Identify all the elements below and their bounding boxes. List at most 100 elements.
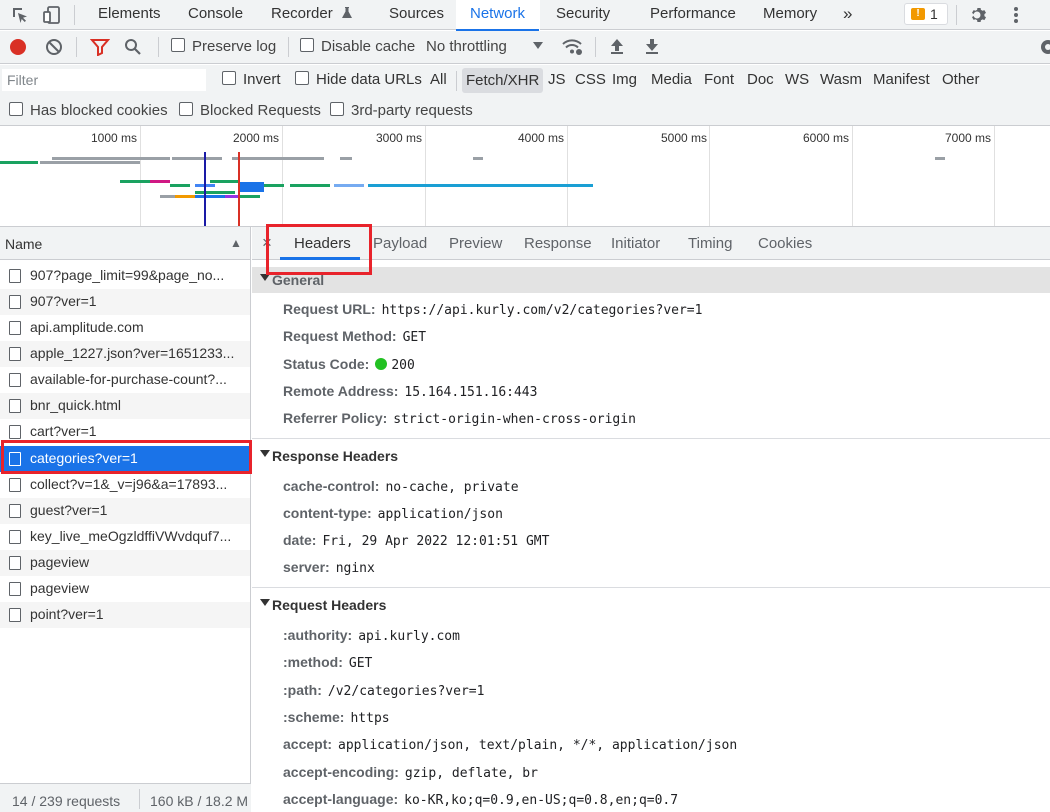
request-row-checkbox: [9, 504, 21, 518]
header-value: application/json: [377, 507, 503, 522]
tab-memory[interactable]: Memory: [763, 0, 817, 30]
filter-type-fetch-xhr[interactable]: Fetch/XHR: [462, 68, 544, 93]
search-icon[interactable]: [124, 38, 144, 58]
request-row[interactable]: guest?ver=1: [0, 498, 250, 524]
tab-elements[interactable]: Elements: [98, 0, 161, 30]
tab-network[interactable]: Network: [455, 0, 540, 31]
filter-type-doc[interactable]: Doc: [747, 71, 774, 88]
request-row[interactable]: point?ver=1: [0, 602, 250, 628]
filter-type-js[interactable]: JS: [548, 71, 566, 88]
timeline-bar: [340, 157, 352, 160]
timeline-gridline: [425, 126, 426, 226]
timeline-gridline: [709, 126, 710, 226]
request-count-summary: 14 / 239 requests: [12, 793, 121, 809]
request-list-header[interactable]: Name ▲: [0, 227, 250, 260]
blocked-requests-checkbox[interactable]: Blocked Requests: [179, 102, 321, 119]
detail-tab-cookies[interactable]: Cookies: [758, 235, 812, 252]
request-row-name: pageview: [30, 580, 90, 596]
filter-type-ws[interactable]: WS: [785, 71, 809, 88]
header-key: Request Method:: [283, 328, 397, 344]
status-separator: [139, 789, 140, 809]
filter-type-wasm[interactable]: Wasm: [820, 71, 862, 88]
filter-type-font[interactable]: Font: [704, 71, 734, 88]
timeline-tick-label: 3000 ms: [375, 131, 422, 145]
header-value: no-cache, private: [385, 480, 519, 495]
request-row[interactable]: api.amplitude.com: [0, 315, 250, 341]
settings-gear-icon[interactable]: [969, 5, 989, 25]
header-row: :scheme: https: [283, 709, 390, 726]
filter-type-media[interactable]: Media: [651, 71, 692, 88]
header-row: :path: /v2/categories?ver=1: [283, 682, 484, 699]
request-row[interactable]: available-for-purchase-count?...: [0, 367, 250, 393]
request-row[interactable]: collect?v=1&_v=j96&a=17893...: [0, 472, 250, 498]
network-conditions-wifi-icon[interactable]: [561, 37, 582, 57]
expand-triangle-icon: [260, 599, 270, 606]
request-row-name: point?ver=1: [30, 606, 104, 622]
tab-security[interactable]: Security: [556, 0, 610, 30]
filter-separator: [456, 71, 457, 91]
preserve-log-label: Preserve log: [192, 38, 277, 55]
timeline-tick-label: 2000 ms: [232, 131, 279, 145]
inspect-element-icon[interactable]: [10, 5, 30, 25]
detail-tab-response[interactable]: Response: [524, 235, 592, 252]
third-party-requests-checkbox[interactable]: 3rd-party requests: [330, 102, 473, 119]
tab-console[interactable]: Console: [188, 0, 243, 30]
request-row[interactable]: 907?page_limit=99&page_no...: [0, 263, 250, 289]
network-overview-timeline[interactable]: 1000 ms 2000 ms 3000 ms 4000 ms 5000 ms …: [0, 126, 1050, 227]
tab-performance[interactable]: Performance: [650, 0, 736, 30]
request-row[interactable]: 907?ver=1: [0, 289, 250, 315]
more-options-icon[interactable]: [1006, 5, 1026, 25]
filter-input[interactable]: Filter: [2, 69, 206, 91]
detail-tab-timing[interactable]: Timing: [688, 235, 732, 252]
checkbox-box: [179, 102, 193, 117]
header-value: strict-origin-when-cross-origin: [393, 412, 636, 427]
filter-type-img[interactable]: Img: [612, 71, 637, 88]
header-key: accept:: [283, 736, 333, 752]
response-headers-section-header[interactable]: Response Headers: [252, 443, 1050, 469]
timeline-bar: [175, 195, 195, 198]
tab-recorder[interactable]: Recorder: [271, 0, 353, 30]
request-row-checkbox: [9, 373, 21, 387]
network-status-bar: 14 / 239 requests 160 kB / 18.2 M: [0, 783, 251, 812]
issues-badge[interactable]: ! 1: [904, 3, 948, 25]
detail-tab-payload[interactable]: Payload: [373, 235, 427, 252]
request-row[interactable]: key_live_meOgzldffiVWvdquf7...: [0, 524, 250, 550]
filter-type-all[interactable]: All: [430, 71, 447, 88]
invert-checkbox[interactable]: Invert: [222, 71, 281, 88]
hide-data-urls-checkbox[interactable]: Hide data URLs: [295, 71, 422, 88]
has-blocked-cookies-checkbox[interactable]: Has blocked cookies: [9, 102, 168, 119]
has-blocked-cookies-label: Has blocked cookies: [30, 102, 168, 119]
request-row[interactable]: pageview: [0, 576, 250, 602]
export-har-download-icon[interactable]: [644, 37, 664, 57]
throttling-select[interactable]: No throttling: [426, 38, 544, 55]
header-value: Fri, 29 Apr 2022 12:01:51 GMT: [322, 534, 550, 549]
header-key: content-type:: [283, 505, 372, 521]
request-row-checkbox: [9, 425, 21, 439]
detail-tab-initiator[interactable]: Initiator: [611, 235, 660, 252]
header-value: application/json, text/plain, */*, appli…: [338, 738, 738, 753]
request-row[interactable]: bnr_quick.html: [0, 393, 250, 419]
filter-type-manifest[interactable]: Manifest: [873, 71, 930, 88]
filter-type-other[interactable]: Other: [942, 71, 980, 88]
filter-row: Filter Invert Hide data URLs All Fetch/X…: [0, 65, 1050, 96]
network-settings-gear-icon[interactable]: [1038, 37, 1050, 57]
request-row[interactable]: apple_1227.json?ver=1651233...: [0, 341, 250, 367]
clear-icon[interactable]: [45, 38, 65, 58]
import-har-upload-icon[interactable]: [609, 37, 629, 57]
invert-label: Invert: [243, 71, 281, 88]
disable-cache-checkbox[interactable]: Disable cache: [300, 38, 415, 55]
filter-funnel-icon[interactable]: [89, 38, 111, 58]
detail-tab-preview[interactable]: Preview: [449, 235, 502, 252]
device-toolbar-icon[interactable]: [42, 5, 62, 25]
request-row[interactable]: pageview: [0, 550, 250, 576]
record-icon[interactable]: [9, 38, 29, 58]
request-headers-section-header[interactable]: Request Headers: [252, 592, 1050, 618]
preserve-log-checkbox[interactable]: Preserve log: [171, 38, 276, 55]
timeline-bar: [150, 180, 170, 183]
checkbox-box: [330, 102, 344, 117]
filter-type-css[interactable]: CSS: [575, 71, 606, 88]
request-row-checkbox: [9, 530, 21, 544]
more-tabs-chevron-icon[interactable]: »: [843, 0, 852, 30]
dropdown-arrow-icon: [533, 42, 544, 49]
tab-sources[interactable]: Sources: [389, 0, 444, 30]
